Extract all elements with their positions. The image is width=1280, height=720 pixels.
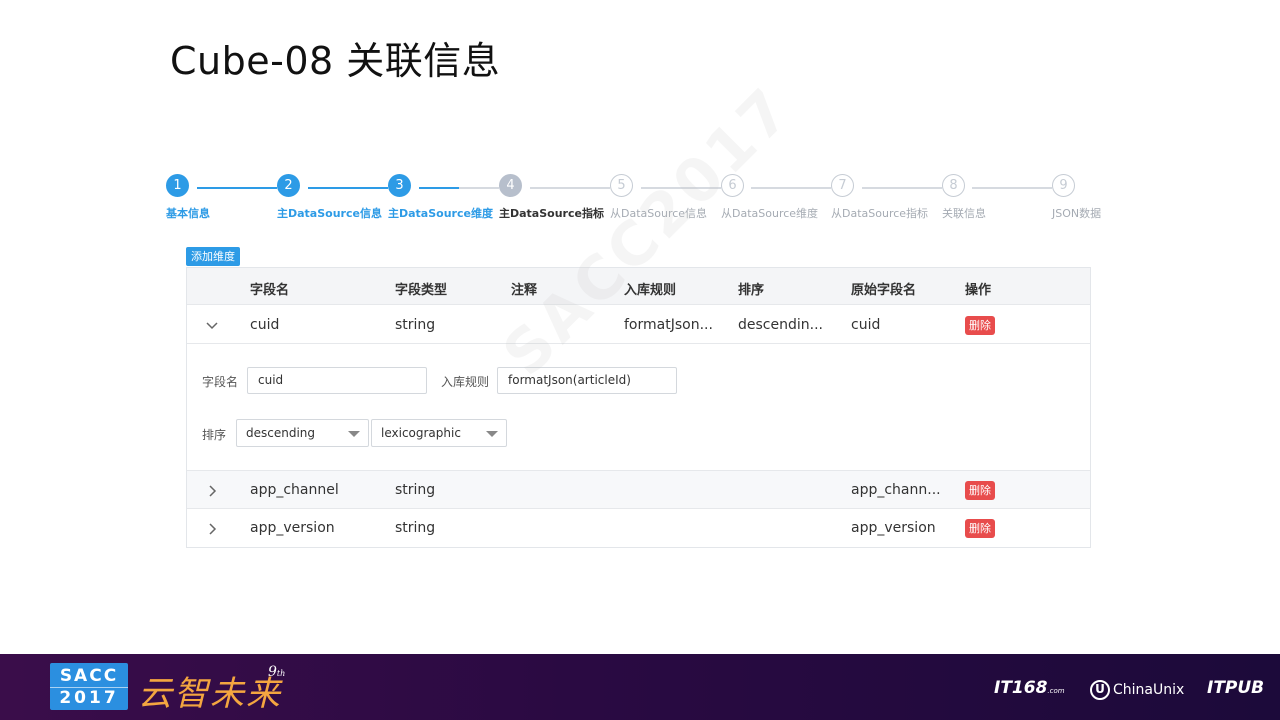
delete-button[interactable]: 删除 <box>965 316 995 335</box>
sacc-logo-top: SACC <box>59 666 119 686</box>
column-header[interactable]: 字段名 <box>250 279 289 298</box>
sort-order-value: descending <box>246 426 316 440</box>
step-connector <box>308 187 388 189</box>
cell-field-type: string <box>395 482 436 498</box>
step-number: 4 <box>499 174 522 197</box>
table-row[interactable]: cuid string formatJson... descendin... c… <box>187 306 1090 344</box>
chevron-right-icon[interactable] <box>205 522 219 536</box>
step-connector <box>751 187 831 189</box>
cell-field-name: app_channel <box>250 482 339 498</box>
sacc-logo: SACC 2017 <box>50 663 128 710</box>
cell-field-name: app_version <box>250 520 335 536</box>
step-connector <box>530 187 610 189</box>
step-label: JSON数据 <box>1052 207 1102 220</box>
column-header: 操作 <box>965 283 992 298</box>
sacc-logo-year: 2017 <box>50 687 128 708</box>
footer-banner: SACC 2017 云智未来 9th IT168.com U ChinaUnix … <box>0 654 1280 720</box>
step-connector <box>419 187 459 189</box>
column-header[interactable]: 原始字段名 <box>851 279 916 298</box>
sort-type-select[interactable]: lexicographic <box>371 419 507 447</box>
step-number: 7 <box>831 174 854 197</box>
sort-label: 排序 <box>202 428 227 442</box>
cell-field-name: cuid <box>250 317 280 333</box>
field-name-input[interactable]: cuid <box>247 367 427 394</box>
field-name-label: 字段名 <box>202 375 239 389</box>
step-label: 基本信息 <box>166 207 210 220</box>
column-header[interactable]: 排序 <box>738 279 764 298</box>
step-label: 主DataSource信息 <box>277 207 382 220</box>
caret-down-icon <box>486 431 498 437</box>
step-number: 8 <box>942 174 965 197</box>
cell-original-name: cuid <box>851 317 881 333</box>
add-dimension-button[interactable]: 添加维度 <box>186 247 240 266</box>
delete-button[interactable]: 删除 <box>965 519 995 538</box>
step-label: 从DataSource指标 <box>831 207 929 220</box>
caret-down-icon <box>348 431 360 437</box>
slogan: 云智未来 <box>138 674 282 714</box>
cell-original-name: app_version <box>851 520 936 536</box>
it168-logo: IT168.com <box>994 678 1065 698</box>
table-row[interactable]: app_version string app_version 删除 <box>187 509 1090 547</box>
cell-original-name: app_chann... <box>851 482 941 498</box>
rule-label: 入库规则 <box>441 375 490 389</box>
chevron-down-icon[interactable] <box>205 319 219 333</box>
step-connector <box>197 187 277 189</box>
dimension-table: 字段名 字段类型 注释 入库规则 排序 原始字段名 操作 cuid string… <box>186 267 1091 548</box>
step-number: 5 <box>610 174 633 197</box>
sort-order-select[interactable]: descending <box>236 419 369 447</box>
cell-field-type: string <box>395 520 436 536</box>
slide-title: Cube-08 关联信息 <box>170 39 501 83</box>
chinaunix-logo: U ChinaUnix <box>1090 680 1184 700</box>
chinaunix-mark-icon: U <box>1090 680 1110 700</box>
delete-button[interactable]: 删除 <box>965 481 995 500</box>
step-label: 主DataSource指标 <box>499 207 604 220</box>
cell-sort: descendin... <box>738 317 823 333</box>
step-connector <box>972 187 1052 189</box>
step-label: 主DataSource维度 <box>388 207 493 220</box>
table-row[interactable]: app_channel string app_chann... 删除 <box>187 471 1090 509</box>
step-number: 1 <box>166 174 189 197</box>
step-number: 9 <box>1052 174 1075 197</box>
cell-rule: formatJson... <box>624 317 713 333</box>
cell-field-type: string <box>395 317 436 333</box>
step-label: 从DataSource维度 <box>721 207 819 220</box>
row-detail-panel: 字段名 cuid 入库规则 formatJson(articleId) 排序 d… <box>187 345 1090 471</box>
sort-type-value: lexicographic <box>381 426 461 440</box>
itpub-logo: ITPUB <box>1207 678 1265 698</box>
slogan-edition: 9th <box>268 664 286 680</box>
step-label: 关联信息 <box>942 207 986 220</box>
step-connector <box>862 187 942 189</box>
chevron-right-icon[interactable] <box>205 484 219 498</box>
column-header[interactable]: 字段类型 <box>395 279 447 298</box>
step-connector <box>459 187 499 189</box>
step-number: 2 <box>277 174 300 197</box>
step-number: 3 <box>388 174 411 197</box>
